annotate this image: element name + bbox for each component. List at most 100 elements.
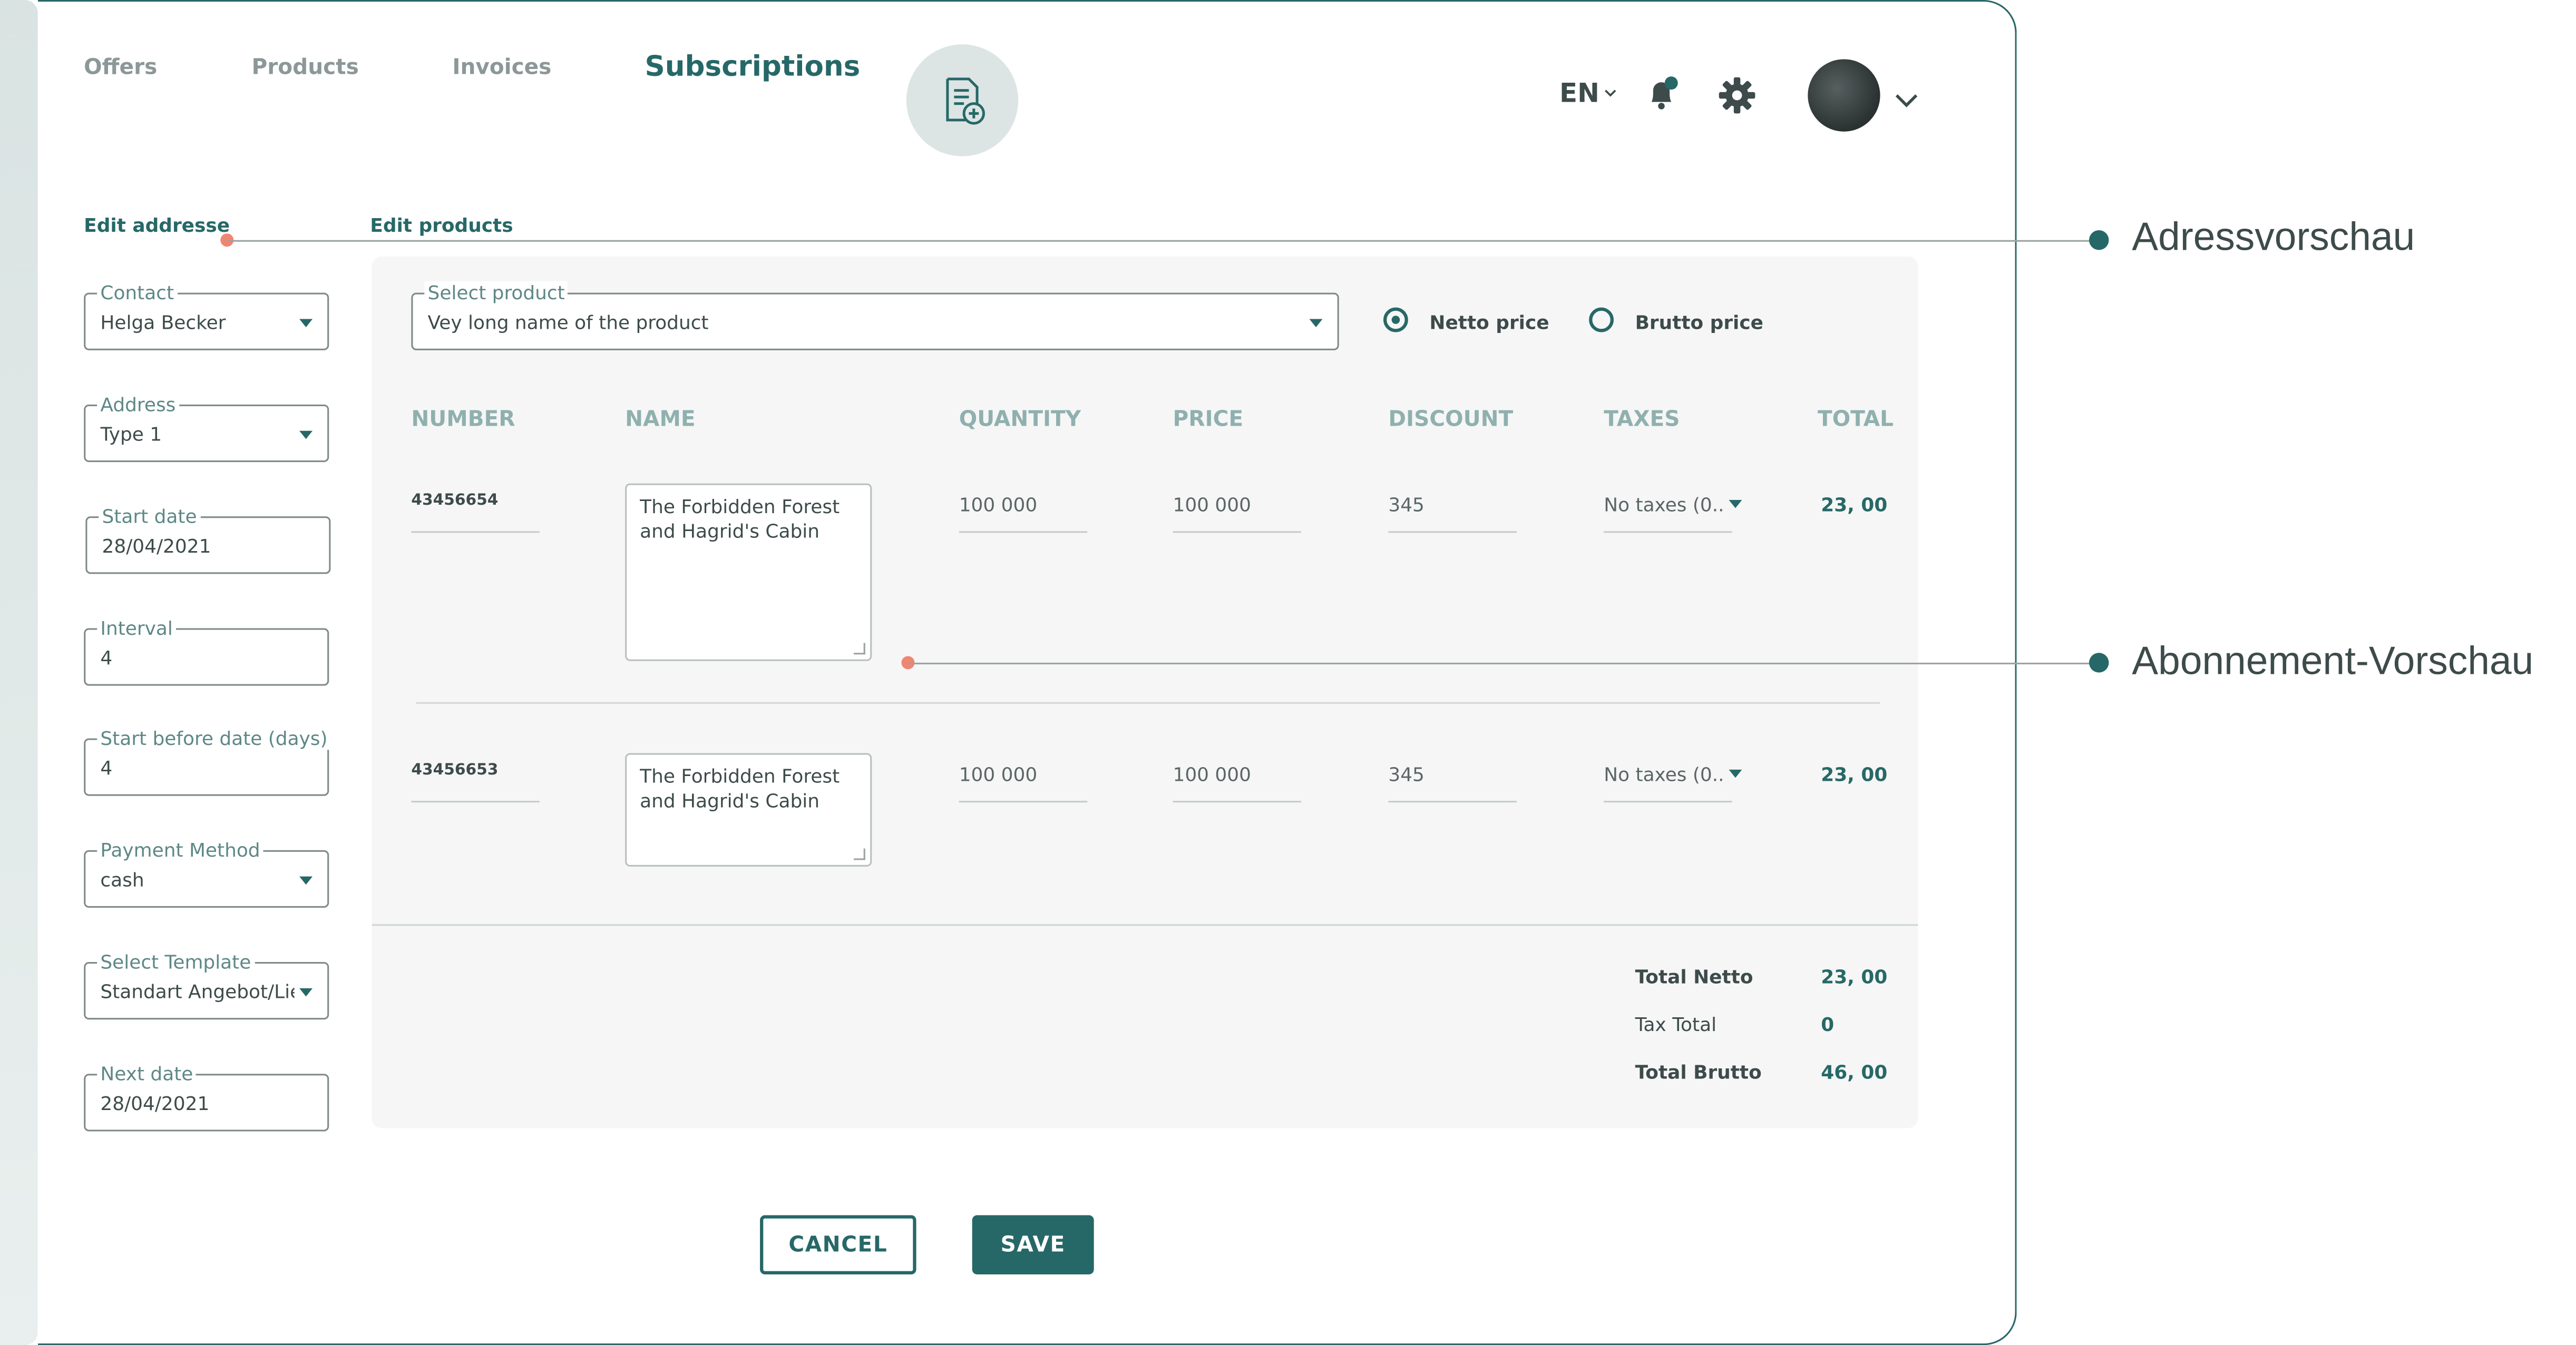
row2-discount-underline [1388,801,1517,803]
resize-grip-icon[interactable] [853,643,865,655]
row1-quantity-underline [959,531,1088,533]
col-price: PRICE [1173,408,1244,433]
row1-number[interactable]: 43456654 [411,492,498,509]
contact-value: Helga Becker [100,310,226,334]
dropdown-caret-icon [299,988,313,997]
row1-quantity[interactable]: 100 000 [959,493,1037,516]
col-discount: DISCOUNT [1388,408,1514,433]
payment-method-label: Payment Method [97,838,264,862]
nav-products[interactable]: Products [252,56,359,81]
new-document-button[interactable] [906,44,1019,156]
user-menu-toggle[interactable] [1894,85,1920,116]
address-preview-callout: Adressvorschau [2132,215,2415,260]
start-date-field[interactable]: Start date 28/04/2021 [85,505,331,574]
row1-taxes-underline [1604,531,1732,533]
save-button[interactable]: SAVE [972,1215,1094,1275]
start-date-value: 28/04/2021 [102,534,211,558]
template-select[interactable]: Select Template Standart Angebot/Lie [84,950,329,1020]
address-label: Address [97,392,179,416]
bell-icon [1651,76,1678,110]
row2-number-underline [411,801,540,803]
row-divider [416,702,1880,704]
template-label: Select Template [97,950,255,974]
totals-divider [372,924,1918,926]
total-netto-label: Total Netto [1635,965,1753,988]
dropdown-caret-icon [1729,769,1742,778]
subscription-preview-callout: Abonnement-Vorschau [2132,640,2534,684]
row2-name-textarea[interactable]: The Forbidden Forest and Hagrid's Cabin [625,753,872,867]
interval-field[interactable]: Interval 4 [84,616,329,686]
col-taxes: TAXES [1604,408,1680,433]
products-card [372,256,1918,1128]
new-document-icon [946,77,985,125]
col-total: TOTAL [1818,408,1894,433]
resize-grip-icon[interactable] [853,848,865,860]
row1-name-textarea[interactable]: The Forbidden Forest and Hagrid's Cabin [625,483,872,661]
next-date-value: 28/04/2021 [100,1092,210,1115]
contact-select[interactable]: Contact Helga Becker [84,281,329,350]
template-value: Standart Angebot/Lie [100,980,295,1003]
col-number: NUMBER [411,408,515,433]
dropdown-caret-icon [299,430,313,439]
netto-price-label: Netto price [1429,310,1549,334]
edit-address-title: Edit addresse [84,213,230,237]
row1-taxes: No taxes (0.. [1604,493,1724,517]
next-date-field[interactable]: Next date 28/04/2021 [84,1062,329,1132]
address-value: Type 1 [100,423,162,446]
row1-total: 23, 00 [1821,493,1888,517]
row2-taxes-select[interactable]: No taxes (0.. [1604,763,1742,786]
select-product-label: Select product [424,281,569,305]
brutto-price-label: Brutto price [1635,310,1763,334]
start-date-label: Start date [99,505,200,528]
row2-quantity[interactable]: 100 000 [959,763,1037,786]
edit-products-title: Edit products [370,213,513,237]
user-avatar[interactable] [1808,59,1880,132]
row1-discount[interactable]: 345 [1388,493,1424,516]
row1-taxes-select[interactable]: No taxes (0.. [1604,493,1742,516]
start-before-value: 4 [100,756,113,780]
dropdown-caret-icon [299,319,313,328]
total-brutto-value: 46, 00 [1821,1061,1888,1084]
chevron-down-icon [1895,94,1918,107]
cancel-button[interactable]: CANCEL [760,1215,916,1275]
select-product-dropdown[interactable]: Select product Vey long name of the prod… [411,281,1339,350]
address-preview-connector [227,240,2099,242]
notifications-button[interactable] [1645,76,1681,119]
dropdown-caret-icon [1309,319,1323,328]
brutto-price-radio[interactable] [1589,307,1614,332]
payment-method-select[interactable]: Payment Method cash [84,838,329,908]
row2-total: 23, 00 [1821,763,1888,786]
netto-price-radio[interactable] [1383,307,1408,332]
language-selector[interactable]: EN [1559,77,1617,109]
chevron-down-icon [1605,89,1617,96]
col-quantity: QUANTITY [959,408,1081,433]
tax-total-value: 0 [1821,1013,1835,1036]
interval-value: 4 [100,646,113,670]
start-before-field[interactable]: Start before date (days) 4 [84,727,331,796]
payment-method-value: cash [100,868,144,891]
row2-discount[interactable]: 345 [1388,763,1424,786]
contact-label: Contact [97,281,178,305]
row1-price-underline [1173,531,1301,533]
row2-price[interactable]: 100 000 [1173,763,1251,786]
row1-price[interactable]: 100 000 [1173,493,1251,516]
address-select[interactable]: Address Type 1 [84,392,329,463]
col-name: NAME [625,408,696,433]
gear-icon [1719,77,1755,114]
row2-quantity-underline [959,801,1088,803]
subscription-preview-connector [908,662,2099,665]
left-sidebar-strip [0,0,38,1345]
settings-button[interactable] [1718,76,1757,122]
address-preview-marker [2089,230,2109,250]
total-brutto-label: Total Brutto [1635,1061,1762,1084]
row1-name: The Forbidden Forest and Hagrid's Cabin [640,495,840,543]
nav-subscriptions[interactable]: Subscriptions [645,51,861,84]
nav-invoices[interactable]: Invoices [452,56,551,81]
row2-taxes: No taxes (0.. [1604,763,1724,786]
row1-discount-underline [1388,531,1517,533]
nav-offers[interactable]: Offers [84,56,157,81]
row2-number[interactable]: 43456653 [411,761,498,779]
app-root: Offers Products Invoices Subscriptions E… [0,0,2576,1345]
language-value: EN [1559,77,1599,109]
start-before-label: Start before date (days) [97,727,331,750]
